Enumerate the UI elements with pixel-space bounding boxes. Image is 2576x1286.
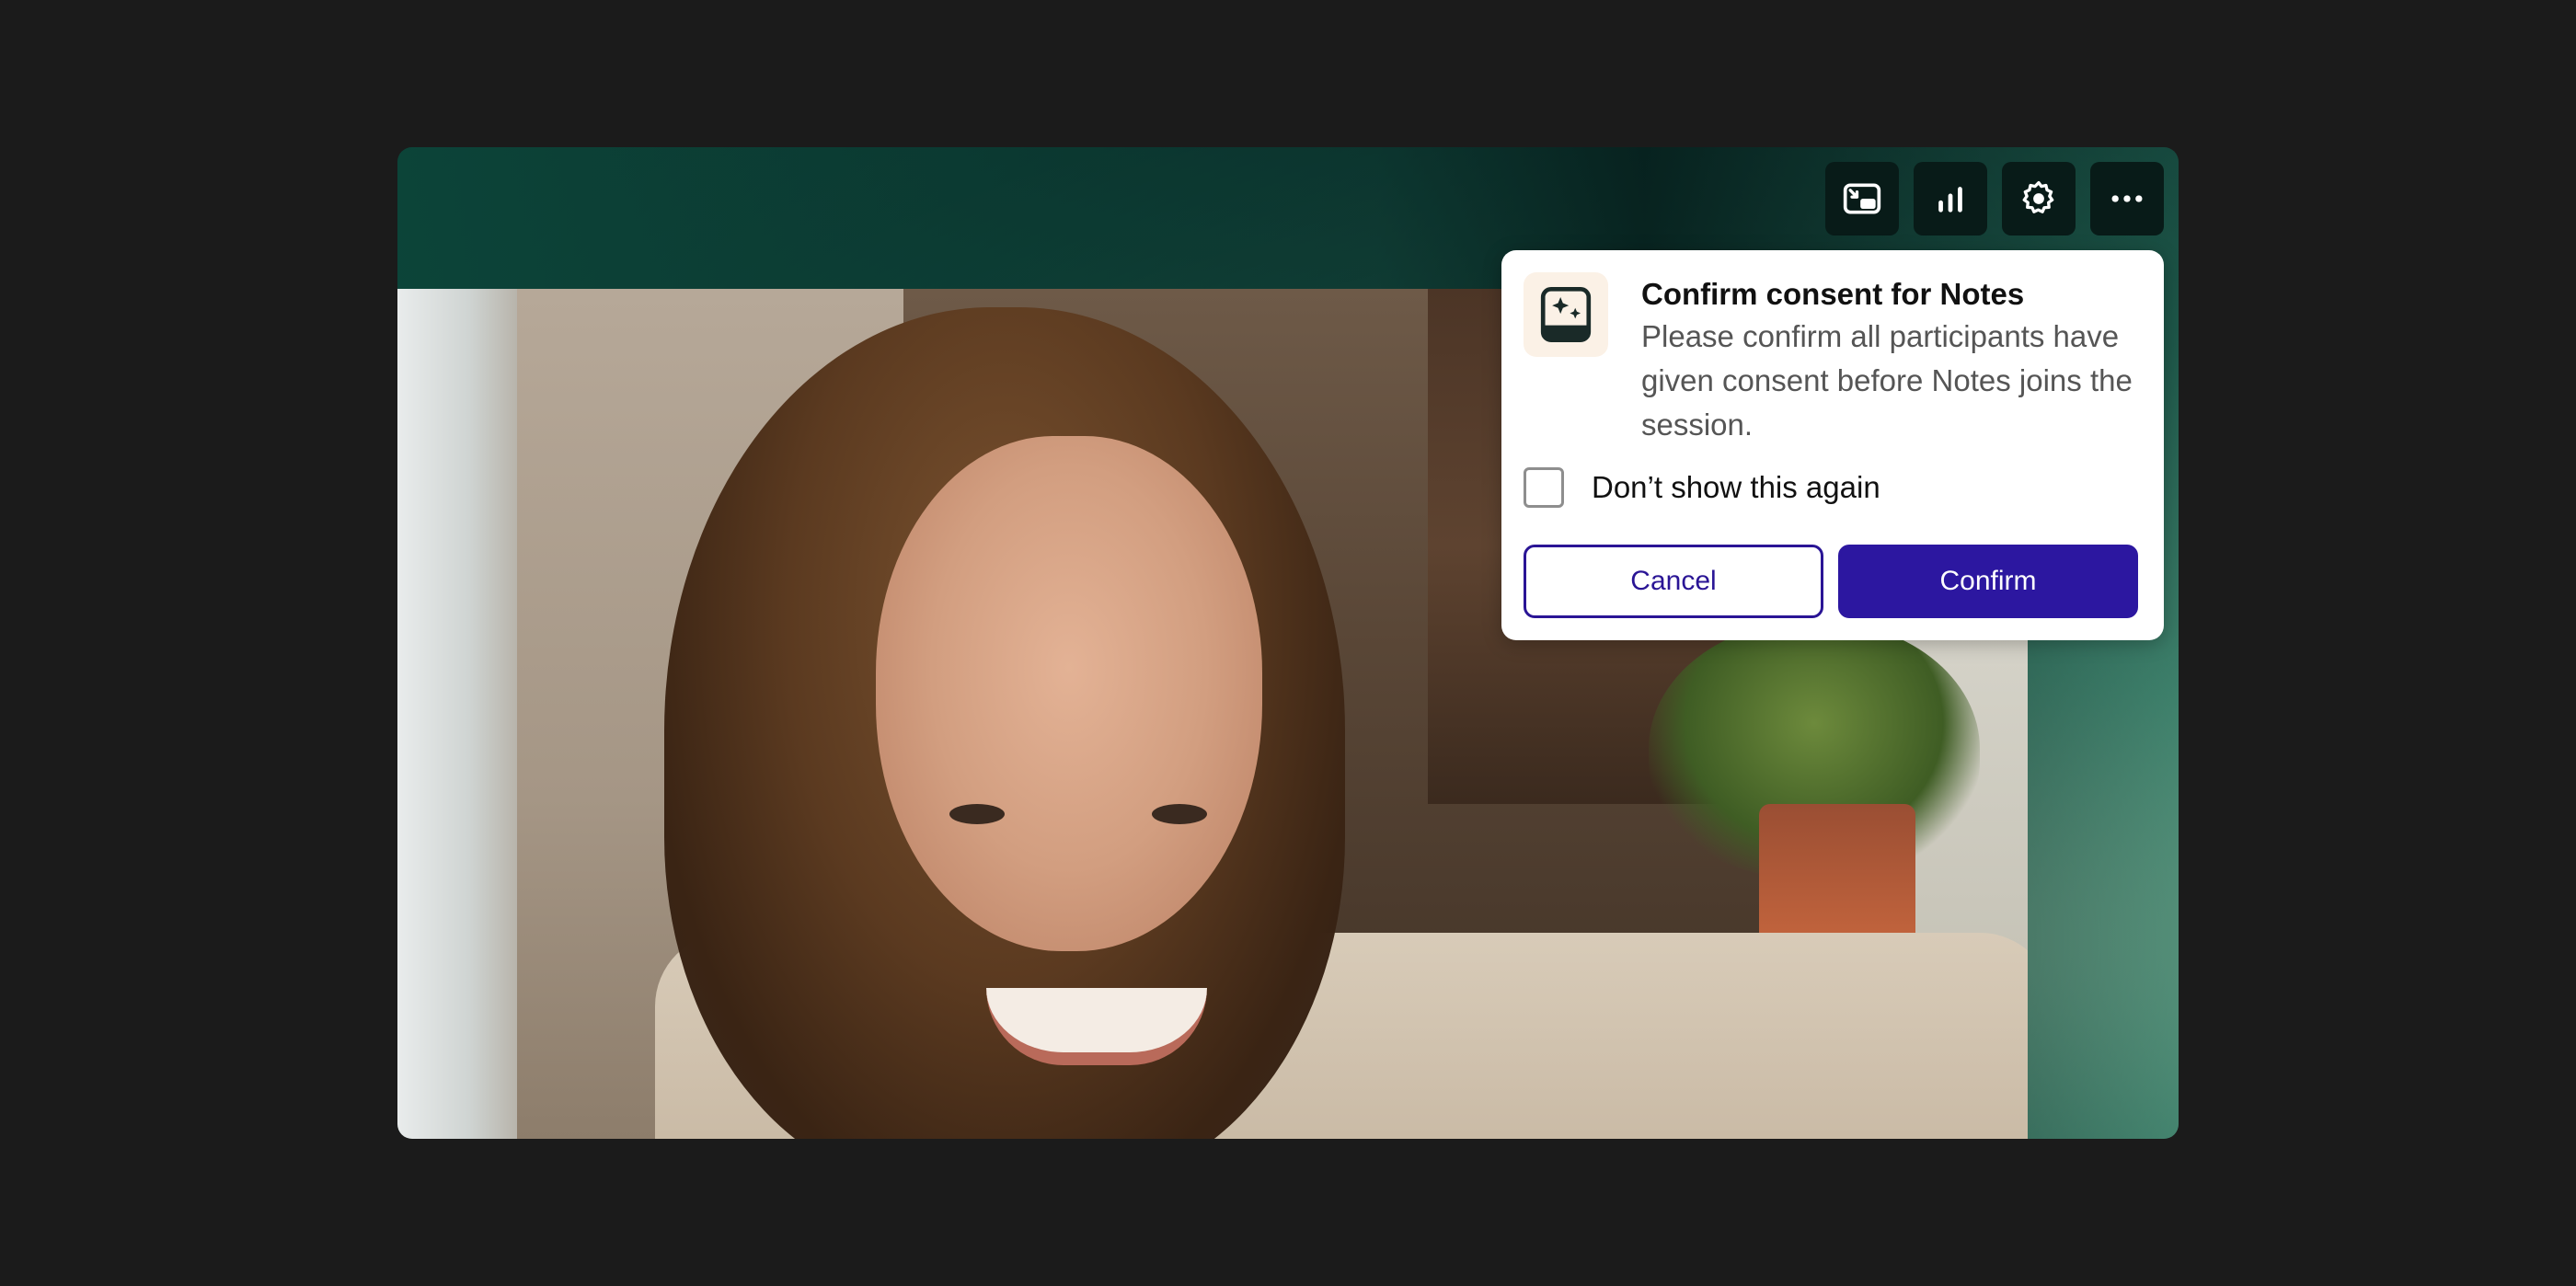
confirm-button[interactable]: Confirm bbox=[1838, 545, 2138, 618]
dialog-title: Confirm consent for Notes bbox=[1641, 277, 2025, 311]
dont-show-again-label: Don’t show this again bbox=[1592, 470, 1880, 504]
dont-show-again-checkbox[interactable] bbox=[1524, 467, 1564, 508]
dialog-text: Confirm consent for Notes Please confirm… bbox=[1641, 274, 2138, 447]
notes-sparkle-icon bbox=[1540, 286, 1592, 343]
cancel-button[interactable]: Cancel bbox=[1524, 545, 1823, 618]
more-options-button[interactable] bbox=[2090, 162, 2164, 235]
participant-eye-left bbox=[949, 804, 1005, 824]
stats-button[interactable] bbox=[1914, 162, 1987, 235]
picture-in-picture-icon bbox=[1843, 183, 1881, 214]
more-options-icon bbox=[2111, 195, 2143, 202]
notes-app-icon bbox=[1524, 272, 1608, 357]
video-background-window bbox=[397, 289, 517, 1139]
dialog-description: Please confirm all participants have giv… bbox=[1641, 319, 2133, 442]
dont-show-again-row[interactable]: Don’t show this again bbox=[1524, 467, 1880, 508]
gear-icon bbox=[2022, 180, 2054, 213]
picture-in-picture-button[interactable] bbox=[1825, 162, 1899, 235]
signal-bars-icon bbox=[1938, 187, 1962, 212]
participant-face bbox=[876, 436, 1262, 951]
settings-button[interactable] bbox=[2002, 162, 2076, 235]
consent-dialog: Confirm consent for Notes Please confirm… bbox=[1501, 250, 2164, 640]
participant-eye-right bbox=[1152, 804, 1207, 824]
video-call-stage: Confirm consent for Notes Please confirm… bbox=[397, 147, 2179, 1139]
dialog-actions: Cancel Confirm bbox=[1524, 545, 2138, 618]
video-toolbar bbox=[1825, 162, 2164, 235]
